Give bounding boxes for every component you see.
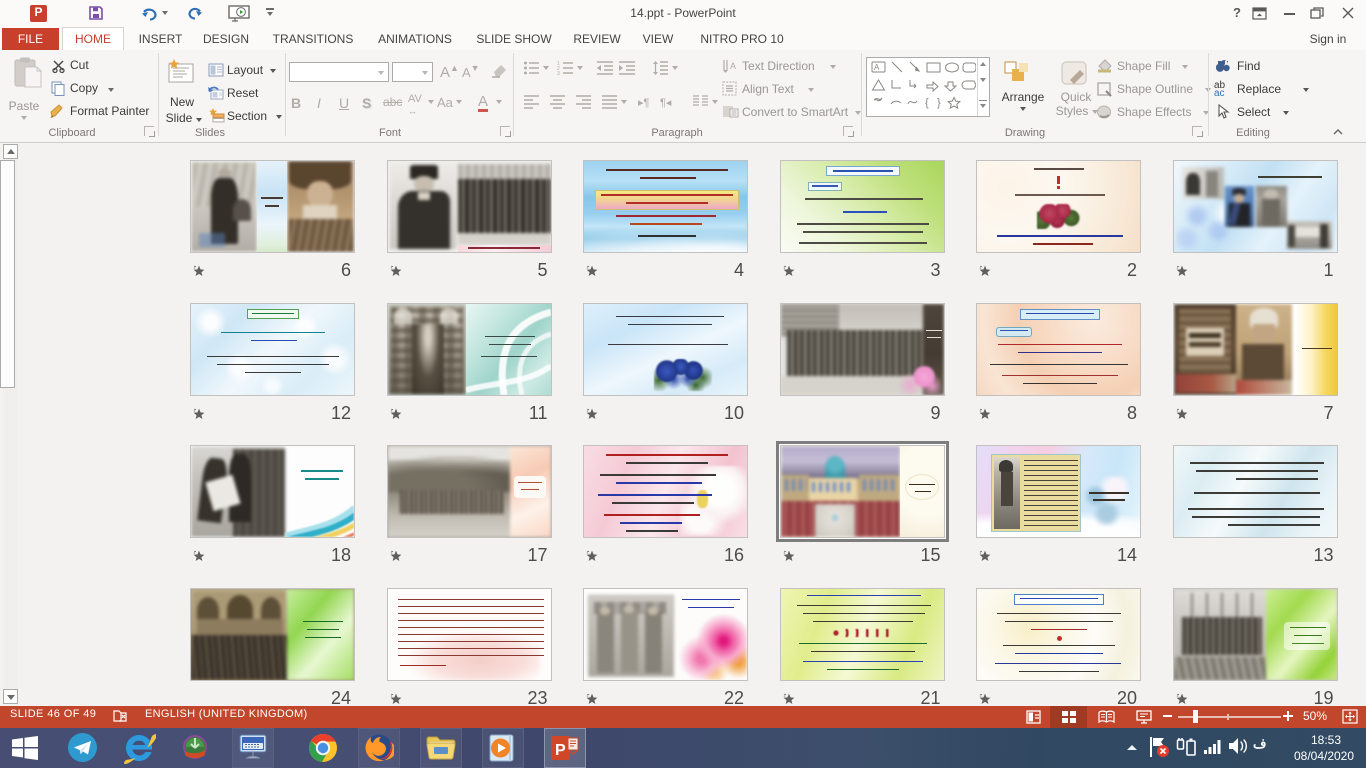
svg-text:A: A — [874, 63, 880, 72]
svg-text:3: 3 — [557, 71, 560, 76]
svg-text:A: A — [730, 61, 736, 71]
svg-text:P: P — [555, 742, 566, 759]
svg-text:{: { — [925, 97, 929, 109]
svg-text:}: } — [937, 97, 941, 109]
